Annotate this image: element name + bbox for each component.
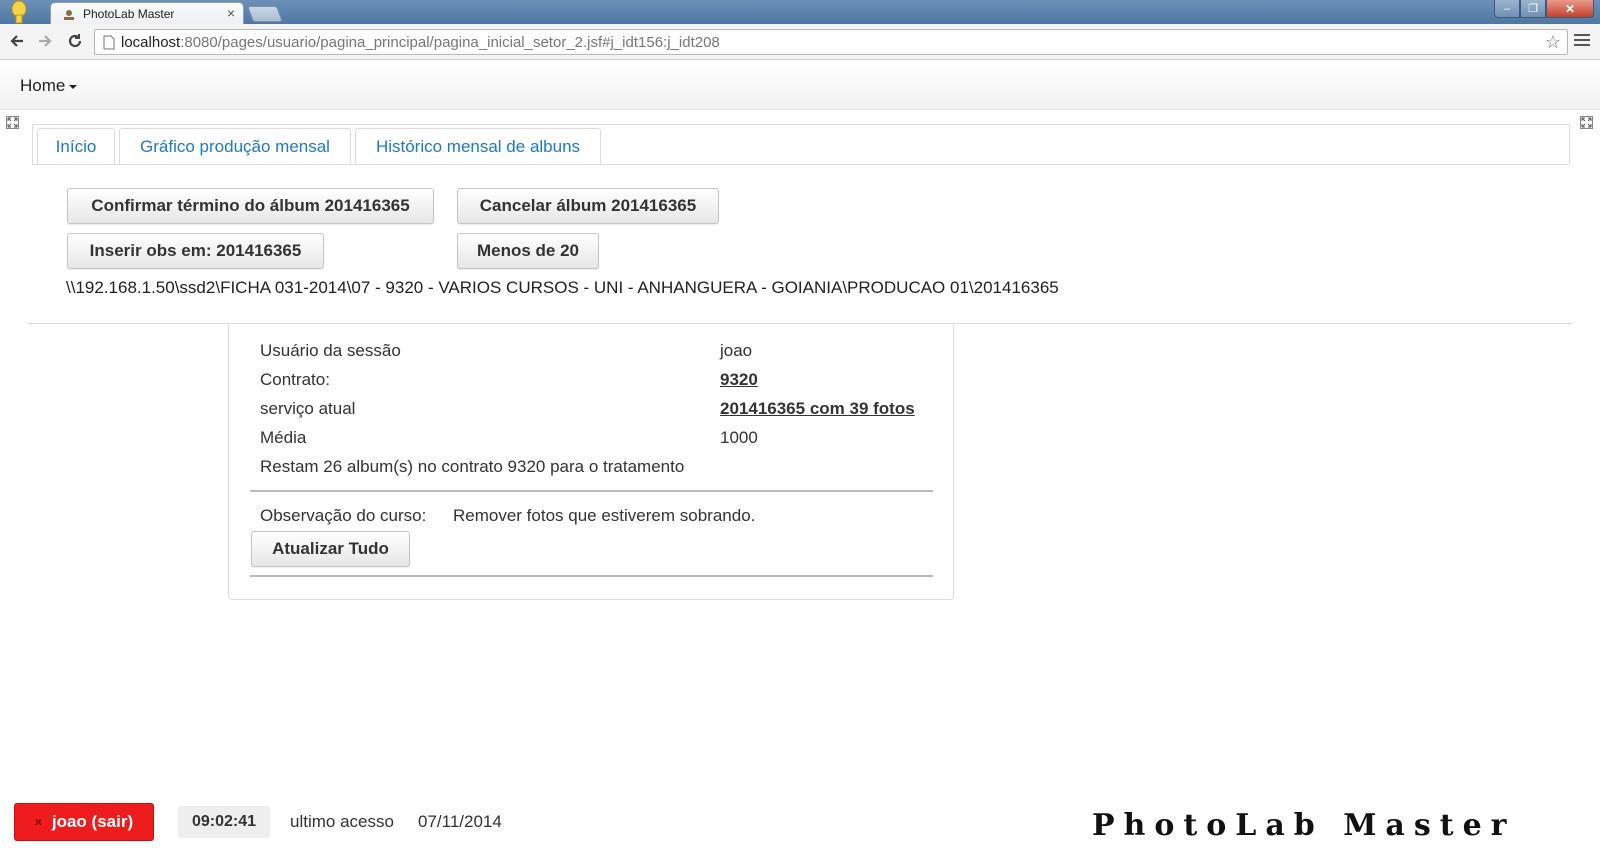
tab-grafico-producao-mensal[interactable]: Gráfico produção mensal	[119, 128, 351, 164]
tab-inicio[interactable]: Início	[37, 128, 115, 164]
address-bar[interactable]: localhost:8080/pages/usuario/pagina_prin…	[94, 29, 1568, 55]
window-close-icon[interactable]: ✕	[1546, 0, 1594, 18]
brand-logo-text: PhotoLab Master	[1092, 808, 1516, 843]
app-navbar: Home	[0, 60, 1600, 110]
session-user-value: joao	[720, 341, 753, 360]
minimize-icon[interactable]: –	[1494, 0, 1520, 18]
url-host: localhost	[121, 34, 181, 51]
page-icon	[103, 35, 115, 50]
contract-link[interactable]: 9320	[720, 370, 758, 390]
update-all-button[interactable]: Atualizar Tudo	[251, 531, 410, 567]
browser-tab[interactable]: PhotoLab Master ×	[50, 2, 244, 24]
tabs-panel: Início Gráfico produção mensal Histórico…	[32, 124, 1570, 165]
photolab-favicon-icon	[63, 8, 75, 20]
session-clock: 09:02:41	[178, 806, 270, 838]
browser-toolbar: localhost:8080/pages/usuario/pagina_prin…	[0, 24, 1600, 60]
last-access-label: ultimo acesso	[290, 812, 394, 831]
album-path: \\192.168.1.50\ssd2\FICHA 031-2014\07 - …	[66, 278, 1059, 297]
back-arrow-icon[interactable]	[6, 30, 28, 52]
home-menu-label: Home	[20, 76, 66, 95]
logout-button-label: joao (sair)	[51, 812, 134, 831]
close-x-icon: ×	[34, 815, 42, 829]
logout-button[interactable]: × joao (sair)	[14, 803, 154, 841]
star-icon[interactable]: ☆	[1545, 32, 1561, 53]
last-access-date: 07/11/2014	[418, 812, 502, 831]
expand-icon[interactable]	[6, 116, 19, 129]
service-link[interactable]: 201416365 com 39 fotos	[720, 399, 915, 419]
info-divider	[250, 490, 933, 492]
tabs-divider	[32, 164, 1570, 165]
service-label: serviço atual	[260, 399, 356, 418]
browser-tab-title: PhotoLab Master	[83, 7, 175, 21]
chrome-user-icon	[10, 0, 28, 24]
tab-historico-mensal-albuns[interactable]: Histórico mensal de albuns	[355, 128, 601, 164]
course-obs-value: Remover fotos que estiverem sobrando.	[453, 506, 756, 525]
restore-icon[interactable]: ❐	[1520, 0, 1546, 18]
url-path: :8080/pages/usuario/pagina_principal/pag…	[180, 34, 720, 51]
new-tab-button[interactable]	[247, 6, 283, 22]
average-label: Média	[260, 428, 307, 447]
confirm-album-button[interactable]: Confirmar término do álbum 201416365	[67, 188, 434, 224]
expand-icon[interactable]	[1580, 116, 1593, 129]
hamburger-menu-icon[interactable]	[1574, 34, 1590, 50]
caret-down-icon	[69, 84, 78, 89]
insert-obs-button[interactable]: Inserir obs em: 201416365	[67, 233, 324, 269]
forward-arrow-icon[interactable]	[34, 30, 56, 52]
info-divider	[250, 575, 933, 577]
less-than-20-button[interactable]: Menos de 20	[457, 233, 599, 269]
url-text: localhost:8080/pages/usuario/pagina_prin…	[121, 34, 720, 51]
tab-close-icon[interactable]: ×	[227, 5, 235, 21]
remaining-albums-text: Restam 26 album(s) no contrato 9320 para…	[260, 457, 685, 476]
average-value: 1000	[720, 428, 758, 447]
window-controls: – ❐ ✕	[1494, 0, 1596, 18]
contract-label: Contrato:	[260, 370, 330, 389]
course-obs-label: Observação do curso:	[260, 506, 427, 525]
reload-icon[interactable]	[64, 30, 86, 52]
cancel-album-button[interactable]: Cancelar álbum 201416365	[457, 188, 719, 224]
session-user-label: Usuário da sessão	[260, 341, 401, 360]
home-menu[interactable]: Home	[20, 76, 78, 96]
browser-titlebar: PhotoLab Master × – ❐ ✕	[0, 0, 1600, 24]
